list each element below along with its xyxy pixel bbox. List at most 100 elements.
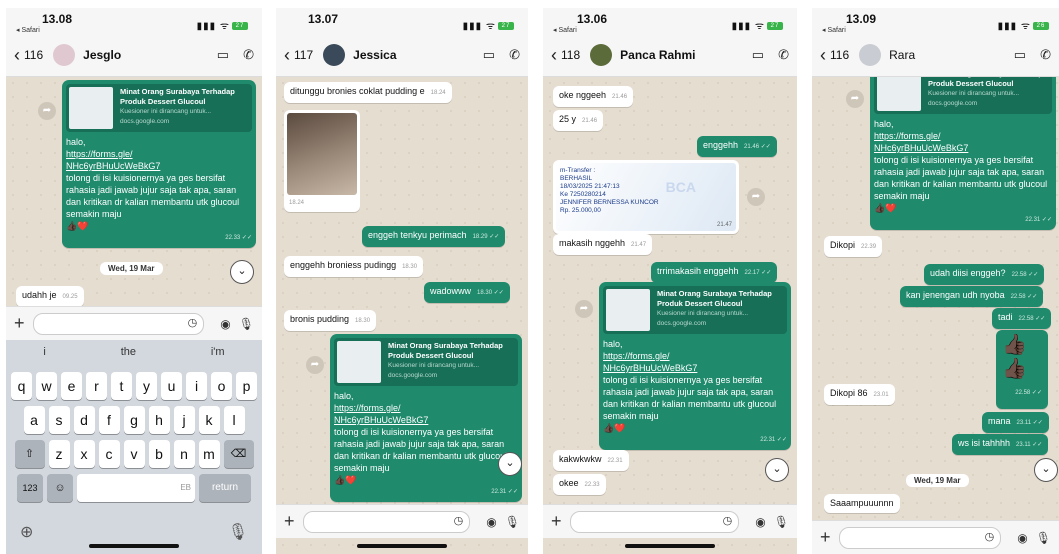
key[interactable]: o	[211, 372, 232, 400]
incoming-transfer-receipt[interactable]: m-Transfer : BERHASIL 18/03/2025 21:47:13 K…	[553, 160, 739, 234]
key[interactable]: p	[236, 372, 257, 400]
message-list[interactable]: ➦ Minat Orang Surabaya Terhadap Produk D…	[812, 62, 1059, 554]
incoming-message[interactable]: Dikopi 22.39	[824, 236, 883, 257]
form-link-code[interactable]: NHc6yrBHuUcWeBkG7	[874, 142, 1052, 154]
sticker-icon[interactable]: ◷	[985, 530, 995, 543]
incoming-message[interactable]: enggehh broniess pudingg 18.30	[284, 256, 424, 277]
key[interactable]: h	[148, 406, 170, 434]
camera-icon[interactable]: ◉	[486, 515, 496, 529]
scroll-down-icon[interactable]: ⌄	[765, 458, 789, 482]
key[interactable]: l	[223, 406, 245, 434]
key[interactable]: w	[36, 372, 57, 400]
outgoing-message[interactable]: tadi 22.58 ✓✓	[992, 308, 1052, 329]
contact-name[interactable]: Rara	[889, 48, 1014, 62]
suggestion-3[interactable]: i'm	[211, 346, 225, 366]
outgoing-message[interactable]: udah diisi enggeh? 22.58 ✓✓	[924, 264, 1045, 285]
key[interactable]: r	[86, 372, 107, 400]
return-key[interactable]: return	[199, 474, 251, 502]
message-input[interactable]: ◷	[838, 526, 1002, 549]
incoming-message[interactable]: bronis pudding 18.30	[284, 310, 377, 331]
outgoing-message[interactable]: ws isi tahhhh 23.11 ✓✓	[952, 434, 1049, 455]
outgoing-thumbs-up-message[interactable]: 👍🏿👍🏿 22.58 ✓✓	[996, 330, 1048, 409]
space-key[interactable]: EB	[77, 474, 195, 502]
unread-count[interactable]: 116	[24, 48, 43, 62]
mic-icon[interactable]: 🎙	[505, 515, 520, 529]
camera-icon[interactable]: ◉	[1017, 531, 1027, 545]
key[interactable]: z	[48, 440, 70, 468]
form-link-code[interactable]: NHc6yrBHuUcWeBkG7	[66, 160, 252, 172]
key[interactable]: m	[198, 440, 220, 468]
camera-icon[interactable]: ◉	[220, 317, 230, 331]
outgoing-message[interactable]: wadowww 18.30 ✓✓	[424, 282, 510, 303]
forward-icon[interactable]: ➦	[747, 188, 765, 206]
avatar[interactable]	[590, 44, 613, 66]
phone-call-icon[interactable]: ✆	[243, 47, 254, 63]
message-list[interactable]: oke nggeeh 21.46 25 y 21.46 enggehh 21.46 ✓…	[543, 76, 797, 554]
avatar[interactable]	[323, 44, 346, 66]
safari-back-link[interactable]: ◂ Safari	[553, 26, 577, 34]
unread-count[interactable]: 117	[294, 48, 313, 62]
key[interactable]: e	[61, 372, 82, 400]
dictation-mic-icon[interactable]: 🎙	[228, 522, 248, 542]
incoming-image-message[interactable]: 18.24	[284, 110, 360, 212]
video-call-icon[interactable]: ▭	[217, 47, 229, 63]
suggestion-1[interactable]: i	[43, 346, 45, 366]
incoming-message[interactable]: Dikopi 86 23.01	[824, 384, 895, 405]
link-preview[interactable]: Minat Orang Surabaya Terhadap Produk Des…	[334, 338, 518, 386]
incoming-message[interactable]: 25 y 21.46	[553, 110, 604, 131]
form-link[interactable]: https://forms.gle/	[66, 148, 252, 160]
back-chevron-icon[interactable]: ‹	[551, 45, 557, 66]
outgoing-message[interactable]: trrimakasih enggehh 22.17 ✓✓	[651, 262, 778, 283]
globe-icon[interactable]: ⊕	[20, 522, 33, 542]
key[interactable]: c	[98, 440, 120, 468]
key[interactable]: b	[148, 440, 170, 468]
mic-icon[interactable]: 🎙	[774, 515, 789, 529]
contact-name[interactable]: Panca Rahmi	[620, 48, 752, 62]
video-call-icon[interactable]: ▭	[752, 47, 764, 63]
shift-key-icon[interactable]: ⇧	[14, 440, 45, 468]
link-preview[interactable]: Minat Orang Surabaya Terhadap Produk Des…	[66, 84, 252, 132]
emoji-key-icon[interactable]: ☺	[47, 474, 73, 502]
form-link[interactable]: https://forms.gle/	[874, 130, 1052, 142]
video-call-icon[interactable]: ▭	[1014, 47, 1026, 63]
sticker-icon[interactable]: ◷	[723, 514, 733, 527]
key[interactable]: u	[161, 372, 182, 400]
incoming-message[interactable]: udahh je 09.25	[16, 286, 84, 307]
key[interactable]: x	[73, 440, 95, 468]
plus-icon[interactable]: +	[284, 511, 295, 532]
back-chevron-icon[interactable]: ‹	[820, 45, 826, 66]
key[interactable]: i	[186, 372, 207, 400]
incoming-message[interactable]: makasih nggehh 21.47	[553, 234, 653, 255]
phone-call-icon[interactable]: ✆	[778, 47, 789, 63]
outgoing-message[interactable]: enggehh 21.46 ✓✓	[697, 136, 777, 157]
forwarded-form-message[interactable]: Minat Orang Surabaya Terhadap Produk Des…	[62, 80, 256, 248]
form-link[interactable]: https://forms.gle/	[603, 350, 787, 362]
forwarded-form-message[interactable]: Minat Orang Surabaya Terhadap Produk Des…	[599, 282, 791, 450]
message-input[interactable]: ◷	[569, 510, 740, 533]
avatar[interactable]	[53, 44, 76, 66]
back-chevron-icon[interactable]: ‹	[14, 45, 20, 66]
forward-icon[interactable]: ➦	[306, 356, 324, 374]
mic-icon[interactable]: 🎙	[239, 317, 254, 331]
forward-icon[interactable]: ➦	[38, 102, 56, 120]
plus-icon[interactable]: +	[14, 313, 25, 334]
key[interactable]: t	[111, 372, 132, 400]
anime-character-image[interactable]	[287, 113, 357, 195]
avatar[interactable]	[859, 44, 882, 66]
backspace-key-icon[interactable]: ⌫	[223, 440, 254, 468]
key[interactable]: j	[173, 406, 195, 434]
key[interactable]: g	[123, 406, 145, 434]
key[interactable]: s	[48, 406, 70, 434]
message-input[interactable]: ◷	[302, 510, 471, 533]
key[interactable]: a	[23, 406, 45, 434]
video-call-icon[interactable]: ▭	[483, 47, 495, 63]
outgoing-message[interactable]: kan jenengan udh nyoba 22.58 ✓✓	[900, 286, 1044, 307]
numbers-key[interactable]: 123	[17, 474, 43, 502]
scroll-down-icon[interactable]: ⌄	[1034, 458, 1058, 482]
link-preview[interactable]: Minat Orang Surabaya Terhadap Produk Des…	[603, 286, 787, 334]
key[interactable]: q	[11, 372, 32, 400]
forwarded-form-message[interactable]: Minat Orang Surabaya Terhadap Produk Des…	[870, 62, 1056, 230]
incoming-message[interactable]: kakwkwkw 22.31	[553, 450, 629, 471]
scroll-down-icon[interactable]: ⌄	[230, 260, 254, 284]
plus-icon[interactable]: +	[820, 527, 831, 548]
